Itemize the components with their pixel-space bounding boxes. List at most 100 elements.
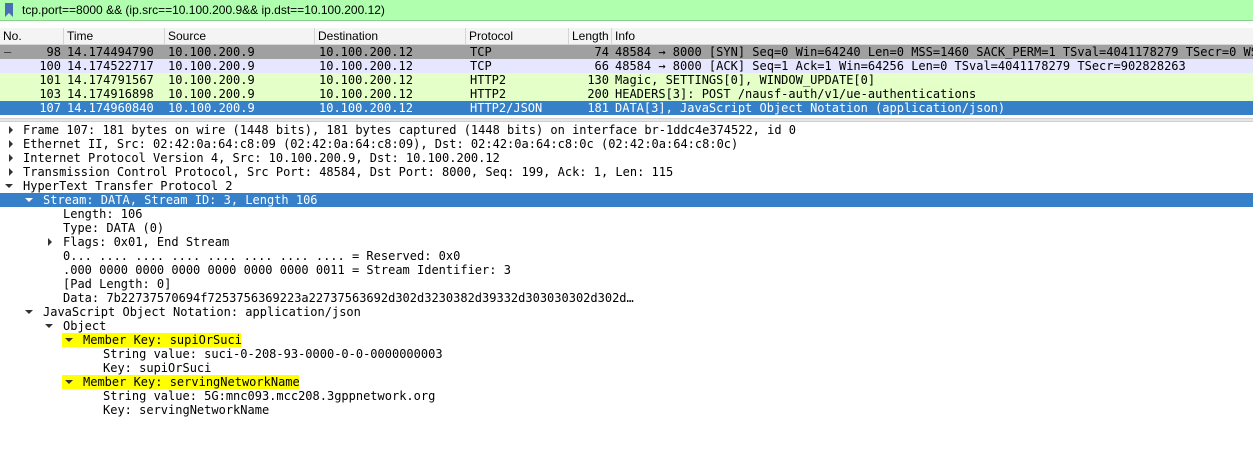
packet-length: 181	[587, 101, 609, 115]
packet-number: 103	[39, 87, 61, 101]
tree-item-string-value[interactable]: String value: suci-0-208-93-0000-0-0-000…	[0, 347, 1253, 361]
tree-item-label: .000 0000 0000 0000 0000 0000 0000 0011 …	[63, 263, 511, 277]
tree-item-tcp[interactable]: Transmission Control Protocol, Src Port:…	[0, 165, 1253, 179]
collapse-arrow-icon[interactable]	[44, 319, 54, 333]
column-header-info[interactable]: Info	[612, 28, 1253, 44]
packet-length: 74	[594, 45, 609, 59]
packet-row[interactable]: 100 14.174522717 10.100.200.9 10.100.200…	[0, 59, 1253, 73]
packet-destination: 10.100.200.12	[319, 45, 413, 59]
expand-arrow-icon[interactable]	[6, 165, 16, 179]
tree-item-data[interactable]: Data: 7b22737570694f7253756369223a227375…	[0, 291, 1253, 305]
tree-item-label: Frame 107: 181 bytes on wire (1448 bits)…	[23, 123, 797, 137]
packet-row[interactable]: 101 14.174791567 10.100.200.9 10.100.200…	[0, 73, 1253, 87]
packet-row[interactable]: — 98 14.174494790 10.100.200.9 10.100.20…	[0, 45, 1253, 59]
tree-item-ethernet[interactable]: Ethernet II, Src: 02:42:0a:64:c8:09 (02:…	[0, 137, 1253, 151]
tree-item-label: String value: 5G:mnc093.mcc208.3gppnetwo…	[103, 389, 436, 403]
column-header-length[interactable]: Length	[569, 28, 612, 44]
packet-protocol: HTTP2	[470, 73, 507, 87]
tree-item-string-value[interactable]: String value: 5G:mnc093.mcc208.3gppnetwo…	[0, 389, 1253, 403]
tree-item-label: Key: supiOrSuci	[103, 361, 212, 375]
column-header-source[interactable]: Source	[165, 28, 315, 44]
tree-item-label: Transmission Control Protocol, Src Port:…	[23, 165, 674, 179]
packet-row[interactable]: 103 14.174916898 10.100.200.9 10.100.200…	[0, 87, 1253, 101]
tree-item-member-servingnetworkname[interactable]: Member Key: servingNetworkName	[0, 375, 1253, 389]
tree-item-stream-identifier[interactable]: .000 0000 0000 0000 0000 0000 0000 0011 …	[0, 263, 1253, 277]
packet-number: 98	[46, 45, 61, 59]
packet-row-selected[interactable]: 107 14.174960840 10.100.200.9 10.100.200…	[0, 101, 1253, 115]
packet-protocol: TCP	[470, 59, 492, 73]
tree-item-flags[interactable]: Flags: 0x01, End Stream	[0, 235, 1253, 249]
packet-info: 48584 → 8000 [SYN] Seq=0 Win=64240 Len=0…	[615, 45, 1253, 59]
tree-item-label: Member Key: servingNetworkName	[83, 375, 300, 389]
packet-info: 48584 → 8000 [ACK] Seq=1 Ack=1 Win=64256…	[615, 59, 1186, 73]
expand-arrow-icon[interactable]	[6, 123, 16, 137]
tree-item-label: Member Key: supiOrSuci	[83, 333, 242, 347]
tree-item-label: Flags: 0x01, End Stream	[63, 235, 230, 249]
tree-item-key[interactable]: Key: servingNetworkName	[0, 403, 1253, 417]
tree-item-label: Object	[63, 319, 107, 333]
tree-item-label: Internet Protocol Version 4, Src: 10.100…	[23, 151, 500, 165]
tree-item-member-supiorsuci[interactable]: Member Key: supiOrSuci	[0, 333, 1253, 347]
tree-item-label: [Pad Length: 0]	[63, 277, 172, 291]
packet-info: Magic, SETTINGS[0], WINDOW_UPDATE[0]	[615, 73, 876, 87]
packet-number: 101	[39, 73, 61, 87]
packet-time: 14.174494790	[67, 45, 154, 59]
expand-arrow-icon[interactable]	[45, 235, 55, 249]
tree-item-label: JavaScript Object Notation: application/…	[43, 305, 361, 319]
tree-item-label: Data: 7b22737570694f7253756369223a227375…	[63, 291, 634, 305]
packet-info: DATA[3], JavaScript Object Notation (app…	[615, 101, 1006, 115]
packet-protocol: HTTP2/JSON	[470, 101, 543, 115]
tree-item-frame[interactable]: Frame 107: 181 bytes on wire (1448 bits)…	[0, 123, 1253, 137]
expand-arrow-icon[interactable]	[6, 137, 16, 151]
packet-number: 107	[39, 101, 61, 115]
packet-destination: 10.100.200.12	[319, 87, 413, 101]
tree-item-reserved[interactable]: 0... .... .... .... .... .... .... .... …	[0, 249, 1253, 263]
packet-destination: 10.100.200.12	[319, 101, 413, 115]
display-filter-bar	[0, 0, 1253, 21]
column-header-protocol[interactable]: Protocol	[466, 28, 569, 44]
packet-destination: 10.100.200.12	[319, 59, 413, 73]
tree-item-pad-length[interactable]: [Pad Length: 0]	[0, 277, 1253, 291]
collapse-arrow-icon[interactable]	[24, 305, 34, 319]
tree-item-label: HyperText Transfer Protocol 2	[23, 179, 233, 193]
packet-source: 10.100.200.9	[168, 59, 255, 73]
column-header-no[interactable]: No.	[0, 28, 64, 44]
collapse-arrow-icon[interactable]	[24, 193, 34, 207]
packet-source: 10.100.200.9	[168, 87, 255, 101]
tree-item-http2[interactable]: HyperText Transfer Protocol 2	[0, 179, 1253, 193]
packet-protocol: TCP	[470, 45, 492, 59]
tree-item-label: 0... .... .... .... .... .... .... .... …	[63, 249, 461, 263]
tree-item-label: Length: 106	[63, 207, 143, 221]
packet-time: 14.174960840	[67, 101, 154, 115]
packet-source: 10.100.200.9	[168, 45, 255, 59]
tree-item-type[interactable]: Type: DATA (0)	[0, 221, 1253, 235]
packet-length: 66	[594, 59, 609, 73]
packet-protocol: HTTP2	[470, 87, 507, 101]
collapse-arrow-icon[interactable]	[4, 179, 14, 193]
tree-item-label: Ethernet II, Src: 02:42:0a:64:c8:09 (02:…	[23, 137, 739, 151]
packet-info: HEADERS[3]: POST /nausf-auth/v1/ue-authe…	[615, 87, 977, 101]
bookmark-icon[interactable]	[4, 3, 14, 17]
tree-item-label: Type: DATA (0)	[63, 221, 165, 235]
packet-list-header: No. Time Source Destination Protocol Len…	[0, 28, 1253, 45]
column-header-time[interactable]: Time	[64, 28, 165, 44]
tree-item-label: String value: suci-0-208-93-0000-0-0-000…	[103, 347, 443, 361]
collapse-arrow-icon[interactable]	[64, 333, 74, 347]
packet-source: 10.100.200.9	[168, 73, 255, 87]
column-header-destination[interactable]: Destination	[315, 28, 466, 44]
tree-item-json[interactable]: JavaScript Object Notation: application/…	[0, 305, 1253, 319]
packet-length: 200	[587, 87, 609, 101]
packet-length: 130	[587, 73, 609, 87]
tree-item-label: Key: servingNetworkName	[103, 403, 270, 417]
tree-item-key[interactable]: Key: supiOrSuci	[0, 361, 1253, 375]
tree-item-length[interactable]: Length: 106	[0, 207, 1253, 221]
tree-item-label: Stream: DATA, Stream ID: 3, Length 106	[43, 193, 318, 207]
tree-item-ipv4[interactable]: Internet Protocol Version 4, Src: 10.100…	[0, 151, 1253, 165]
display-filter-input[interactable]	[22, 0, 1242, 20]
packet-time: 14.174916898	[67, 87, 154, 101]
tree-item-stream-selected[interactable]: Stream: DATA, Stream ID: 3, Length 106	[0, 193, 1253, 207]
collapse-arrow-icon[interactable]	[64, 375, 74, 389]
pane-splitter[interactable]	[0, 118, 1253, 122]
expand-arrow-icon[interactable]	[6, 151, 16, 165]
tree-item-object[interactable]: Object	[0, 319, 1253, 333]
